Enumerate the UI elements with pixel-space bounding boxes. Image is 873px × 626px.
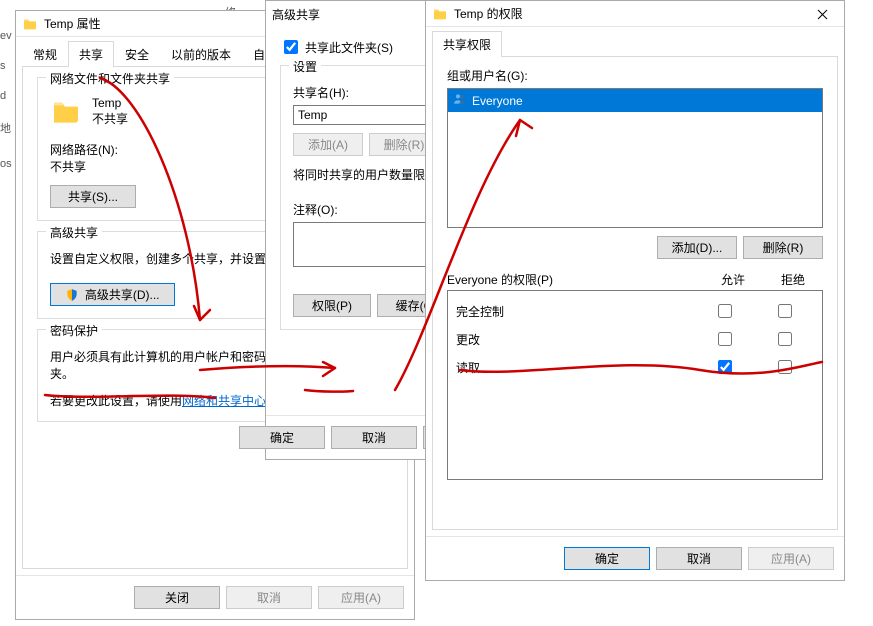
group-legend: 高级共享 [46,224,102,241]
clip-text: s [0,60,6,72]
tab-security[interactable]: 安全 [114,41,160,67]
item-name: Temp [92,96,128,110]
users-listbox[interactable]: Everyone [447,88,823,228]
share-folder-check-input[interactable] [284,40,298,54]
cancel-button[interactable]: 取消 [226,586,312,609]
window-title: Temp 的权限 [454,5,523,22]
deny-checkbox[interactable] [778,304,792,318]
advanced-sharing-button[interactable]: 高级共享(D)... [50,283,175,306]
permission-row: 完全控制 [456,297,814,325]
window-title: 高级共享 [272,6,320,23]
permissions-listbox: 完全控制更改读取 [447,290,823,480]
cancel-button[interactable]: 取消 [656,547,742,570]
share-folder-label: 共享此文件夹(S) [305,39,393,56]
permission-row: 读取 [456,353,814,381]
permission-name: 更改 [456,325,694,353]
allow-header: 允许 [703,269,763,290]
perm-for-label: Everyone 的权限(P) [447,269,703,290]
tabs-bar: 共享权限 [426,31,844,57]
tab-previous-versions[interactable]: 以前的版本 [160,41,242,67]
apply-button[interactable]: 应用(A) [318,586,404,609]
group-legend: 设置 [289,58,321,75]
clip-text: d [0,90,6,102]
tab-general[interactable]: 常规 [22,41,68,67]
item-status: 不共享 [92,110,128,127]
allow-checkbox[interactable] [718,360,732,374]
dialog-buttons: 关闭 取消 应用(A) [16,575,414,619]
tab-sharing[interactable]: 共享 [68,41,114,67]
folder-icon [50,96,82,131]
clip-text: os [0,158,12,170]
deny-header: 拒绝 [763,269,823,290]
tab-share-permissions[interactable]: 共享权限 [432,31,502,57]
titlebar[interactable]: Temp 的权限 [426,1,844,27]
close-icon[interactable] [800,1,844,27]
deny-checkbox[interactable] [778,360,792,374]
dialog-buttons: 确定 取消 应用(A) [426,536,844,580]
clip-text: 地 [0,120,11,136]
ok-button[interactable]: 确定 [239,426,325,449]
allow-checkbox[interactable] [718,332,732,346]
people-icon [452,91,468,110]
close-button[interactable]: 关闭 [134,586,220,609]
group-legend: 密码保护 [46,322,102,339]
permissions-button[interactable]: 权限(P) [293,294,371,317]
add-user-button[interactable]: 添加(D)... [657,236,737,259]
shield-icon [65,288,84,302]
deny-checkbox[interactable] [778,332,792,346]
permissions-window: Temp 的权限 共享权限 组或用户名(G): Everyone 添加(D)..… [425,0,845,581]
group-legend: 网络文件和文件夹共享 [46,70,174,87]
apply-button[interactable]: 应用(A) [748,547,834,570]
folder-icon [432,6,448,22]
window-title: Temp 属性 [44,15,101,32]
network-center-link[interactable]: 网络和共享中心 [182,394,266,408]
allow-checkbox[interactable] [718,304,732,318]
tab-pane: 组或用户名(G): Everyone 添加(D)... 删除(R) Everyo… [432,56,838,530]
permissions-table: Everyone 的权限(P) 允许 拒绝 [447,269,823,290]
cancel-button[interactable]: 取消 [331,426,417,449]
share-button[interactable]: 共享(S)... [50,185,136,208]
advanced-sharing-button-label: 高级共享(D)... [85,288,160,302]
groups-users-label: 组或用户名(G): [447,67,823,84]
add-share-button[interactable]: 添加(A) [293,133,363,156]
permission-name: 完全控制 [456,297,694,325]
clip-text: ev [0,30,12,42]
permission-name: 读取 [456,353,694,381]
folder-icon [22,16,38,32]
list-item[interactable]: Everyone [448,89,822,112]
text-fragment: 若要更改此设置，请使用 [50,394,182,408]
remove-user-button[interactable]: 删除(R) [743,236,823,259]
permission-row: 更改 [456,325,814,353]
list-item-label: Everyone [472,94,523,108]
ok-button[interactable]: 确定 [564,547,650,570]
